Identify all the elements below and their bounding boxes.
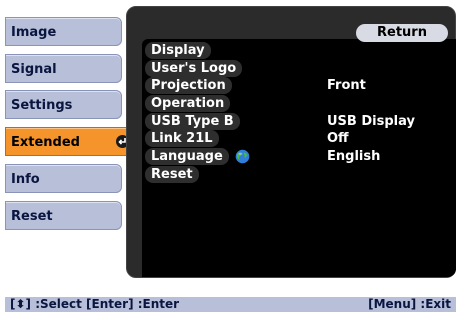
item-value: Front xyxy=(327,78,366,94)
tab-label: Extended xyxy=(11,135,80,150)
help-select-enter: [⬍] :Select [Enter] :Enter xyxy=(10,297,180,311)
tab-label: Info xyxy=(11,172,40,187)
list-item-link-21l[interactable]: Link 21L Off xyxy=(145,130,455,148)
help-exit: [Menu] :Exit xyxy=(368,297,451,311)
list-item-usb-type-b[interactable]: USB Type B USB Display xyxy=(145,112,455,131)
item-label: Display xyxy=(145,42,211,59)
list-item-display[interactable]: Display xyxy=(145,42,455,60)
tab-label: Image xyxy=(11,25,57,40)
tab-image[interactable]: Image xyxy=(5,17,122,46)
list-item-users-logo[interactable]: User's Logo xyxy=(145,59,455,78)
item-label: USB Type B xyxy=(145,112,240,130)
tab-label: Settings xyxy=(11,98,73,113)
tab-signal[interactable]: Signal xyxy=(5,54,122,83)
item-label: Language xyxy=(145,148,229,166)
menu-tabs: Image Signal Settings Extended Info Rese… xyxy=(0,0,136,280)
help-bar: [⬍] :Select [Enter] :Enter [Menu] :Exit xyxy=(5,297,456,312)
tab-label: Signal xyxy=(11,62,57,77)
item-value: USB Display xyxy=(327,113,415,129)
tab-info[interactable]: Info xyxy=(5,164,122,193)
list-item-reset[interactable]: Reset xyxy=(145,165,455,184)
item-label: Link 21L xyxy=(145,130,219,148)
tab-reset[interactable]: Reset xyxy=(5,201,122,230)
tab-label: Reset xyxy=(11,209,53,224)
list-item-operation[interactable]: Operation xyxy=(145,95,455,113)
tab-extended[interactable]: Extended xyxy=(5,127,136,156)
globe-icon xyxy=(235,149,250,164)
projector-menu: Image Signal Settings Extended Info Rese… xyxy=(0,0,461,313)
item-label: User's Logo xyxy=(145,59,243,77)
list-item-projection[interactable]: Projection Front xyxy=(145,77,455,95)
tab-settings[interactable]: Settings xyxy=(5,90,122,119)
return-button[interactable]: Return xyxy=(356,24,448,42)
item-value: English xyxy=(327,149,381,165)
item-label: Reset xyxy=(145,165,199,183)
list-item-language[interactable]: Language English xyxy=(145,148,455,166)
item-label: Operation xyxy=(145,95,231,113)
settings-list: Display User's Logo Projection Front Ope… xyxy=(145,42,455,184)
item-value: Off xyxy=(327,131,349,147)
item-label: Projection xyxy=(145,77,232,95)
